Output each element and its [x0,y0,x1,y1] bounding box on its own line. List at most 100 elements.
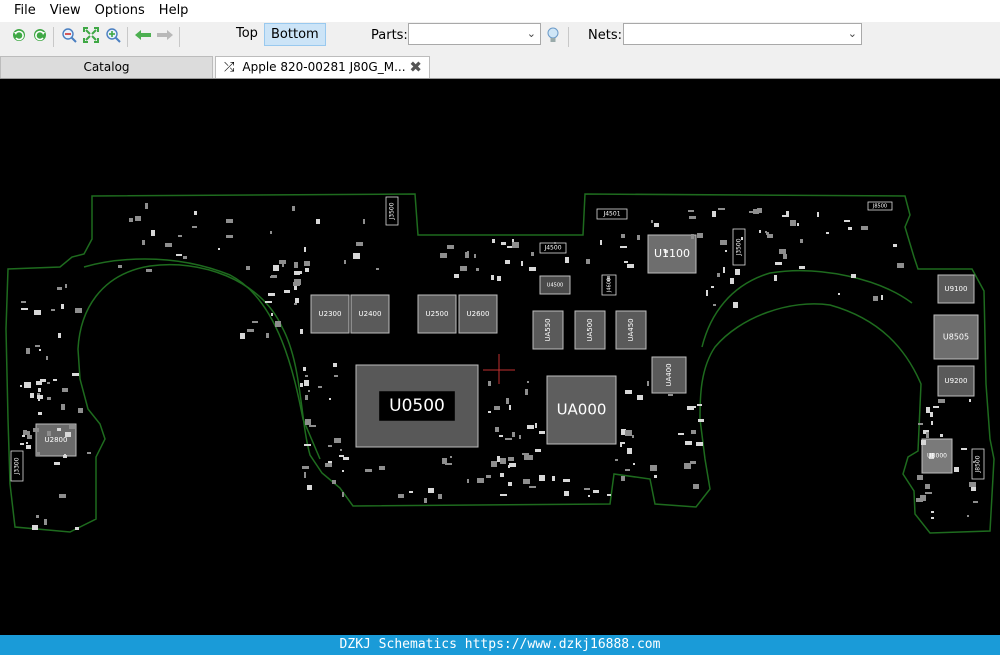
passive-component [523,479,530,484]
passive-component [21,308,28,310]
passive-component [226,235,233,238]
parts-label: Parts: [371,28,408,43]
tab-board[interactable]: ⤮ Apple 820-00281 J80G_M... ✖ [215,56,430,78]
zoom-out-icon[interactable] [60,26,78,44]
component-label: U9100 [945,285,968,293]
menu-help[interactable]: Help [152,0,196,22]
passive-component [539,431,545,434]
component-label: U2400 [359,310,382,318]
tab-catalog[interactable]: Catalog [0,56,213,78]
passive-component [440,253,447,258]
close-icon[interactable]: ✖ [409,57,422,77]
passive-component [753,209,759,214]
passive-component [563,479,570,482]
passive-component [27,435,32,439]
component-label: UA550 [544,318,552,341]
passive-component [192,226,197,228]
passive-component [693,484,699,489]
passive-component [26,445,31,449]
menu-file[interactable]: File [7,0,43,22]
passive-component [844,220,850,222]
passive-component [20,443,24,445]
passive-component [508,482,512,486]
side-top-button[interactable]: Top [230,23,264,44]
forward-arrow-icon[interactable] [156,26,174,44]
component-label: U2300 [319,310,342,318]
component-label: UA000 [557,401,607,419]
side-bottom-button[interactable]: Bottom [264,23,326,46]
passive-component [717,273,720,277]
passive-component [967,515,969,517]
passive-component [625,469,630,471]
passive-component [584,488,590,490]
rotate-right-icon[interactable] [31,26,49,44]
passive-component [851,274,856,278]
passive-component [293,282,300,286]
passive-component [491,275,494,280]
passive-component [931,517,934,519]
nets-select[interactable]: ⌄ [623,23,862,45]
passive-component [588,495,590,497]
fit-view-icon[interactable] [82,26,100,44]
passive-component [497,456,500,462]
passive-component [21,301,26,303]
passive-component [20,385,22,387]
passive-component [356,242,363,246]
component-label: J3500 [389,202,396,220]
passive-component [33,428,39,432]
passive-component [500,494,507,496]
passive-component [500,473,504,477]
passive-component [933,406,939,408]
passive-component [342,470,344,472]
menu-options[interactable]: Options [88,0,152,22]
component-labels-layer: U0500 UA000 U1100 U2300 U2400 U2500 U2600 UA550… [14,202,982,475]
passive-component [270,231,272,234]
component-label: U2600 [467,310,490,318]
component-label: U2800 [45,436,68,444]
rotate-left-icon[interactable] [10,26,28,44]
component-label: UB000 [927,453,947,460]
passive-component [145,203,148,209]
passive-component [51,309,55,311]
menu-view[interactable]: View [43,0,88,22]
passive-component [226,219,233,223]
passive-component [305,395,308,400]
back-arrow-icon[interactable] [134,26,152,44]
passive-component [848,227,852,230]
zoom-in-icon[interactable] [104,26,122,44]
parts-select[interactable]: ⌄ [408,23,541,45]
passive-component [62,388,68,392]
passive-component [800,239,803,243]
component-layer [10,196,985,530]
passive-component [304,247,306,252]
passive-component [509,463,516,467]
passive-component [252,321,258,323]
component-label: U8505 [943,333,969,342]
passive-component [522,453,529,455]
passive-component [176,254,182,256]
passive-component [318,386,322,388]
board-canvas[interactable]: U0500 UA000 U1100 U2300 U2400 U2500 U2600 UA550… [0,78,1000,636]
passive-component [35,345,40,347]
passive-component [376,268,379,270]
passive-component [273,265,279,271]
passive-component [454,274,459,278]
tab-board-label: Apple 820-00281 J80G_M... [242,60,406,74]
passive-component [303,367,306,371]
passive-component [625,390,632,394]
board-view[interactable]: U0500 UA000 U1100 U2300 U2400 U2500 U2600 UA550… [0,79,1000,636]
passive-component [488,411,491,413]
passive-component [509,405,511,410]
passive-component [492,239,495,243]
passive-component [940,434,943,437]
passive-component [790,220,796,226]
toolbar-separator [127,27,128,47]
passive-component [305,375,308,377]
lightbulb-icon[interactable] [544,26,562,44]
passive-component [697,233,703,238]
passive-component [447,245,454,249]
passive-component [620,246,627,248]
passive-component [65,284,67,288]
menu-bar: File View Options Help [0,0,1000,22]
component-label: UA450 [627,318,635,341]
